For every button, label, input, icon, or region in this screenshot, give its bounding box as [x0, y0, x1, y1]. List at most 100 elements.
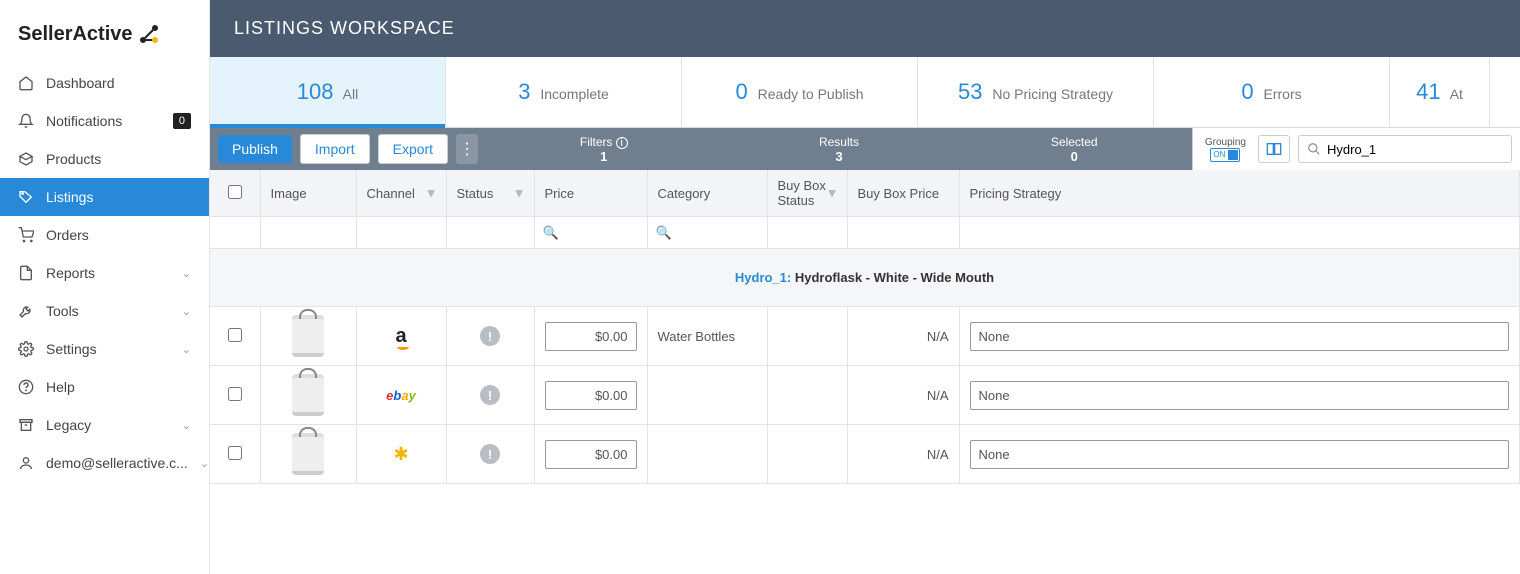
stat-results: Results 3: [721, 128, 956, 170]
toggle-switch[interactable]: ON: [1210, 148, 1240, 162]
buybox-status-cell: [767, 366, 847, 425]
tab-ready[interactable]: 0 Ready to Publish: [682, 57, 918, 127]
stat-filters: Filtersi 1: [486, 128, 721, 170]
nav-tools[interactable]: Tools ⌄: [0, 292, 209, 330]
nav-help[interactable]: Help: [0, 368, 209, 406]
user-icon: [18, 455, 34, 471]
table-row: ebay ! $0.00 N/A None: [210, 366, 1520, 425]
col-status[interactable]: Status ▼: [446, 170, 534, 217]
columns-button[interactable]: [1258, 135, 1290, 163]
nav-orders[interactable]: Orders: [0, 216, 209, 254]
nav-products[interactable]: Products: [0, 140, 209, 178]
table-header-row: Image Channel ▼ Status ▼ Price Category Bu…: [210, 170, 1520, 217]
buybox-price-cell: N/A: [847, 366, 959, 425]
pricing-strategy-select[interactable]: None: [970, 381, 1510, 410]
group-row[interactable]: Hydro_1: Hydroflask - White - Wide Mouth: [210, 249, 1520, 307]
tab-count: 3: [518, 79, 530, 104]
tab-count: 53: [958, 79, 982, 104]
product-thumbnail[interactable]: [292, 315, 324, 357]
col-pricing-strategy[interactable]: Pricing Strategy: [959, 170, 1520, 217]
price-input[interactable]: $0.00: [545, 440, 637, 469]
status-warning-icon[interactable]: !: [480, 444, 500, 464]
nav-label: Orders: [46, 227, 89, 243]
nav-user[interactable]: demo@selleractive.c... ⌄: [0, 444, 209, 482]
nav-label: Reports: [46, 265, 95, 281]
stat-value: 0: [957, 149, 1192, 164]
nav: Dashboard Notifications 0 Products Listi…: [0, 64, 209, 574]
row-checkbox[interactable]: [228, 446, 242, 460]
grouping-toggle[interactable]: Grouping ON: [1201, 137, 1250, 162]
product-thumbnail[interactable]: [292, 374, 324, 416]
nav-settings[interactable]: Settings ⌄: [0, 330, 209, 368]
brand-logo: SellerActive: [0, 0, 209, 64]
col-image[interactable]: Image: [260, 170, 356, 217]
info-icon[interactable]: i: [616, 137, 628, 149]
col-channel[interactable]: Channel ▼: [356, 170, 446, 217]
status-warning-icon[interactable]: !: [480, 385, 500, 405]
tab-errors[interactable]: 0 Errors: [1154, 57, 1390, 127]
more-actions-button[interactable]: ⋮: [456, 134, 478, 164]
price-input[interactable]: $0.00: [545, 322, 637, 351]
tab-label: At: [1450, 86, 1463, 102]
tab-label: All: [343, 86, 359, 102]
col-buybox-status[interactable]: Buy Box Status▼: [767, 170, 847, 217]
filter-icon[interactable]: ▼: [513, 186, 526, 201]
group-sku: Hydro_1:: [735, 270, 791, 285]
col-buybox-price[interactable]: Buy Box Price: [847, 170, 959, 217]
main: LISTINGS WORKSPACE 108 All 3 Incomplete …: [210, 0, 1520, 574]
col-category[interactable]: Category: [647, 170, 767, 217]
filter-icon[interactable]: ▼: [425, 186, 438, 201]
row-checkbox[interactable]: [228, 328, 242, 342]
brand-icon: [137, 22, 161, 46]
price-input[interactable]: $0.00: [545, 381, 637, 410]
pricing-strategy-select[interactable]: None: [970, 440, 1510, 469]
col-label: Channel: [367, 186, 415, 201]
nav-reports[interactable]: Reports ⌄: [0, 254, 209, 292]
notification-badge: 0: [173, 113, 191, 129]
table-row: a ! $0.00 Water Bottles N/A None: [210, 307, 1520, 366]
nav-label: Listings: [46, 189, 93, 205]
publish-button[interactable]: Publish: [218, 135, 292, 163]
nav-legacy[interactable]: Legacy ⌄: [0, 406, 209, 444]
price-filter[interactable]: 🔍: [534, 217, 647, 249]
row-checkbox[interactable]: [228, 387, 242, 401]
page-title: LISTINGS WORKSPACE: [234, 18, 455, 38]
nav-label: Help: [46, 379, 75, 395]
category-cell: [647, 366, 767, 425]
select-all-checkbox[interactable]: [228, 185, 242, 199]
search-box[interactable]: [1298, 135, 1512, 163]
tab-all[interactable]: 108 All: [210, 57, 446, 127]
tab-label: Errors: [1264, 86, 1302, 102]
export-button[interactable]: Export: [378, 134, 448, 164]
nav-notifications[interactable]: Notifications 0: [0, 102, 209, 140]
tab-attention[interactable]: 41 At: [1390, 57, 1490, 127]
product-thumbnail[interactable]: [292, 433, 324, 475]
search-input[interactable]: [1327, 142, 1503, 157]
nav-label: Notifications: [46, 113, 122, 129]
stat-selected: Selected 0: [957, 128, 1192, 170]
nav-dashboard[interactable]: Dashboard: [0, 64, 209, 102]
buybox-price-cell: N/A: [847, 307, 959, 366]
tab-count: 0: [1241, 79, 1253, 104]
filter-icon[interactable]: ▼: [826, 186, 839, 201]
chevron-down-icon: ⌄: [182, 343, 191, 356]
nav-label: Tools: [46, 303, 79, 319]
help-icon: [18, 379, 34, 395]
nav-listings[interactable]: Listings: [0, 178, 209, 216]
nav-label: demo@selleractive.c...: [46, 455, 188, 471]
category-filter[interactable]: 🔍: [647, 217, 767, 249]
import-button[interactable]: Import: [300, 134, 370, 164]
ebay-icon: ebay: [386, 388, 416, 403]
col-price[interactable]: Price: [534, 170, 647, 217]
tab-incomplete[interactable]: 3 Incomplete: [446, 57, 682, 127]
kebab-icon: ⋮: [459, 139, 475, 159]
col-label: Buy Box Status: [778, 178, 826, 208]
tab-nopricing[interactable]: 53 No Pricing Strategy: [918, 57, 1154, 127]
status-tabs: 108 All 3 Incomplete 0 Ready to Publish …: [210, 57, 1520, 128]
pricing-strategy-select[interactable]: None: [970, 322, 1510, 351]
col-label: Status: [457, 186, 494, 201]
table-row: ✱ ! $0.00 N/A None: [210, 425, 1520, 484]
tab-label: No Pricing Strategy: [992, 86, 1113, 102]
status-warning-icon[interactable]: !: [480, 326, 500, 346]
col-label: Category: [658, 186, 711, 201]
